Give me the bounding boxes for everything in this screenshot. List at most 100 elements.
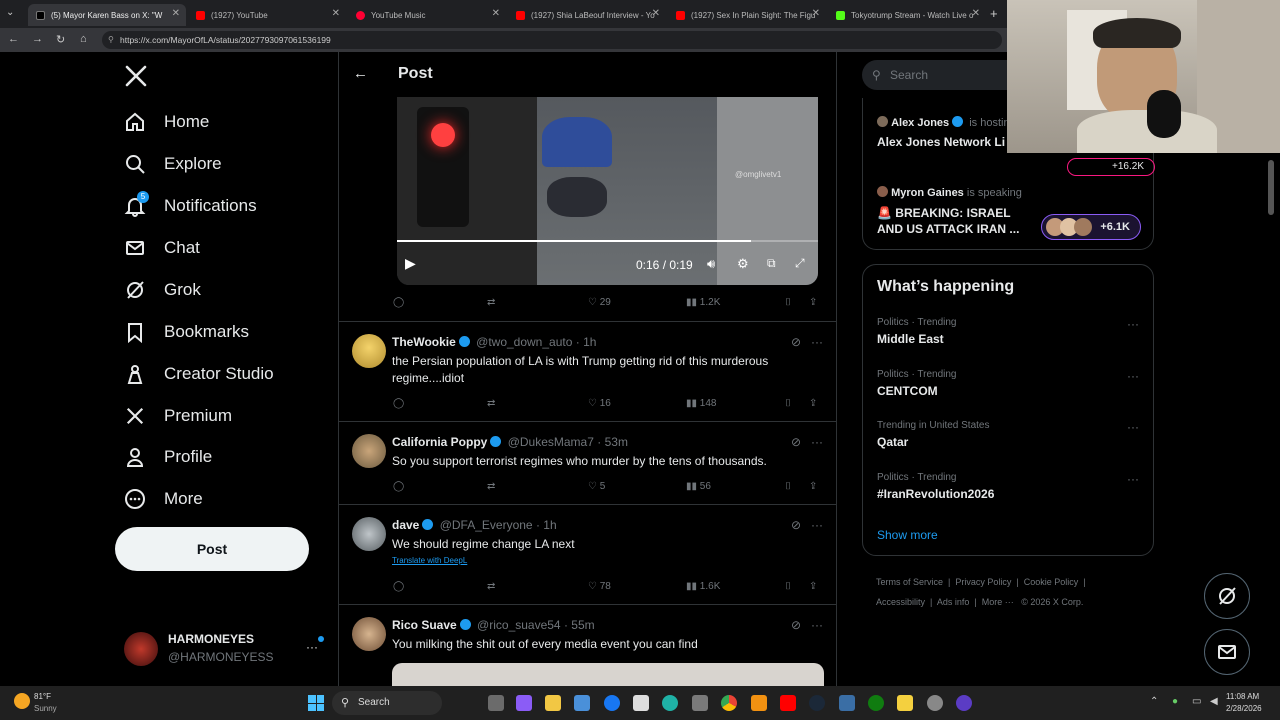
- space-item[interactable]: Myron Gaines is speaking 🚨 BREAKING: ISR…: [877, 186, 1147, 240]
- nav-creator-studio[interactable]: Creator Studio: [124, 358, 274, 390]
- fullscreen-icon[interactable]: ⤢: [795, 256, 805, 271]
- author-name[interactable]: Rico Suave: [392, 618, 457, 632]
- share-icon[interactable]: ⇪: [809, 398, 817, 409]
- show-more-link[interactable]: Show more: [877, 528, 938, 542]
- reply-item[interactable]: California Poppy @DukesMama7 · 53m ··· ⊘…: [339, 421, 836, 504]
- views-button[interactable]: ▮▮ 1.6K: [686, 581, 720, 592]
- vlc-icon[interactable]: [751, 695, 767, 711]
- footer-link[interactable]: Terms of Service: [876, 577, 943, 587]
- pip-icon[interactable]: ⧉: [767, 256, 776, 271]
- nav-home[interactable]: Home: [124, 106, 209, 138]
- space-listeners[interactable]: +16.2K: [1067, 158, 1155, 176]
- x-logo-icon[interactable]: [124, 64, 150, 90]
- grok-icon[interactable]: ⊘: [791, 335, 801, 349]
- notes-icon[interactable]: [897, 695, 913, 711]
- more-options-icon[interactable]: ···: [811, 435, 823, 449]
- bookmark-icon[interactable]: ⌷: [785, 297, 791, 308]
- repost-icon[interactable]: ⇄: [487, 581, 495, 592]
- back-icon[interactable]: ←: [8, 33, 19, 45]
- reply-media[interactable]: [392, 663, 824, 686]
- play-icon[interactable]: ▶: [405, 255, 416, 272]
- xbox-icon[interactable]: [868, 695, 884, 711]
- bookmark-icon[interactable]: ⌷: [785, 481, 791, 492]
- calculator-icon[interactable]: [692, 695, 708, 711]
- more-options-icon[interactable]: ···: [811, 518, 823, 532]
- footer-link[interactable]: More ···: [982, 597, 1014, 607]
- tab-3[interactable]: (1927) Shia LaBeouf Interview - Yo ✕: [508, 4, 666, 26]
- more-options-icon[interactable]: ···: [1127, 317, 1139, 331]
- grok-floating-button[interactable]: [1204, 573, 1250, 619]
- bookmark-icon[interactable]: ⌷: [785, 581, 791, 592]
- footer-link[interactable]: Cookie Policy: [1024, 577, 1079, 587]
- tab-0[interactable]: (5) Mayor Karen Bass on X: "W ✕: [28, 4, 186, 26]
- forward-icon[interactable]: →: [32, 33, 43, 45]
- youtube-icon[interactable]: [780, 695, 796, 711]
- tab-2[interactable]: YouTube Music ✕: [348, 4, 506, 26]
- reply-icon[interactable]: ◯: [393, 581, 404, 592]
- trend-item[interactable]: Politics · Trending #IranRevolution2026 …: [877, 472, 1147, 501]
- nav-profile[interactable]: Profile: [124, 441, 212, 473]
- url-input[interactable]: ⚲ https://x.com/MayorOfLA/status/2027793…: [102, 31, 1002, 49]
- timestamp[interactable]: 1h: [583, 335, 596, 349]
- obs-icon[interactable]: [956, 695, 972, 711]
- share-icon[interactable]: ⇪: [809, 581, 817, 592]
- tab-5[interactable]: Tokyotrump Stream - Watch Live o ✕: [828, 4, 986, 26]
- author-name[interactable]: TheWookie: [392, 335, 456, 349]
- bookmark-icon[interactable]: ⌷: [785, 398, 791, 409]
- author-handle[interactable]: @DukesMama7: [508, 435, 594, 449]
- space-listeners[interactable]: +6.1K: [1041, 214, 1141, 240]
- reload-icon[interactable]: ↻: [56, 33, 65, 46]
- grok-icon[interactable]: ⊘: [791, 435, 801, 449]
- start-button[interactable]: [308, 695, 324, 711]
- account-more-icon[interactable]: ···: [306, 640, 318, 654]
- trend-item[interactable]: Trending in United States Qatar ···: [877, 420, 1147, 449]
- weather-temp[interactable]: 81°F: [34, 692, 51, 701]
- facebook-icon[interactable]: [604, 695, 620, 711]
- author-handle[interactable]: @DFA_Everyone: [440, 518, 533, 532]
- volume-icon[interactable]: ◀: [1210, 696, 1218, 707]
- reply-icon[interactable]: ◯: [393, 481, 404, 492]
- volume-icon[interactable]: 🔊︎: [707, 256, 715, 272]
- share-icon[interactable]: ⇪: [809, 481, 817, 492]
- reply-icon[interactable]: ◯: [393, 398, 404, 409]
- nav-premium[interactable]: Premium: [124, 400, 232, 432]
- app-icon[interactable]: [839, 695, 855, 711]
- tab-4[interactable]: (1927) Sex In Plain Sight: The Figu ✕: [668, 4, 826, 26]
- taskbar-search[interactable]: ⚲ Search: [332, 691, 442, 715]
- close-icon[interactable]: ✕: [492, 8, 500, 19]
- store-icon[interactable]: [574, 695, 590, 711]
- close-icon[interactable]: ✕: [812, 8, 820, 19]
- reply-icon[interactable]: ◯: [393, 297, 404, 308]
- close-icon[interactable]: ✕: [332, 8, 340, 19]
- video-progress-track[interactable]: [397, 240, 818, 242]
- grok-icon[interactable]: ⊘: [791, 518, 801, 532]
- clock-time[interactable]: 11:08 AM: [1226, 692, 1259, 701]
- views-button[interactable]: ▮▮ 1.2K: [686, 297, 720, 308]
- grok-icon[interactable]: ⊘: [791, 618, 801, 632]
- settings-icon[interactable]: ⚙: [737, 256, 749, 272]
- edge-icon[interactable]: [662, 695, 678, 711]
- account-switcher[interactable]: HARMONEYES @HARMONEYESS ···: [124, 630, 324, 674]
- like-button[interactable]: ♡ 16: [588, 398, 611, 409]
- views-button[interactable]: ▮▮ 56: [686, 481, 711, 492]
- close-icon[interactable]: ✕: [972, 8, 980, 19]
- home-browser-icon[interactable]: ⌂: [80, 33, 87, 45]
- copilot-icon[interactable]: [516, 695, 532, 711]
- tray-overflow-icon[interactable]: ⌃: [1150, 696, 1158, 707]
- footer-link[interactable]: Privacy Policy: [955, 577, 1011, 587]
- reply-item[interactable]: Rico Suave @rico_suave54 · 55m ··· ⊘ You…: [339, 604, 836, 686]
- trend-item[interactable]: Politics · Trending Middle East ···: [877, 317, 1147, 346]
- like-button[interactable]: ♡ 29: [588, 297, 611, 308]
- file-explorer-icon[interactable]: [545, 695, 561, 711]
- views-button[interactable]: ▮▮ 148: [686, 398, 716, 409]
- more-options-icon[interactable]: ···: [1127, 472, 1139, 486]
- close-icon[interactable]: ✕: [172, 8, 180, 19]
- repost-icon[interactable]: ⇄: [487, 297, 495, 308]
- author-name[interactable]: California Poppy: [392, 435, 487, 449]
- amazon-icon[interactable]: [633, 695, 649, 711]
- author-handle[interactable]: @rico_suave54: [477, 618, 561, 632]
- author-name[interactable]: dave: [392, 518, 419, 532]
- footer-link[interactable]: Ads info: [937, 597, 970, 607]
- messages-floating-button[interactable]: [1204, 629, 1250, 675]
- reply-item[interactable]: TheWookie @two_down_auto · 1h ··· ⊘ the …: [339, 321, 836, 421]
